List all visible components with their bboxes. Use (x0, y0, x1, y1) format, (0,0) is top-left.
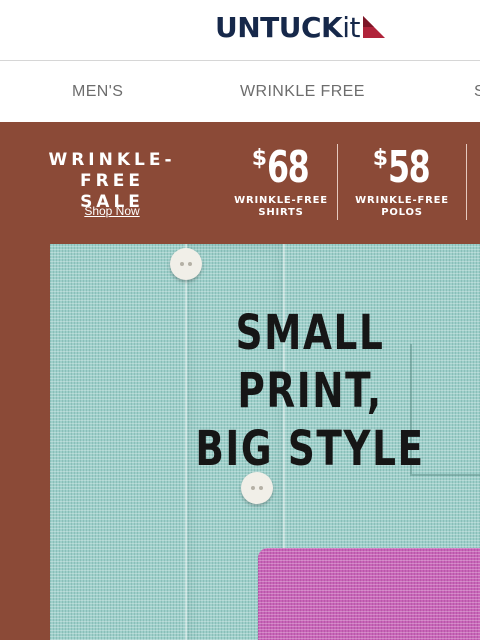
brand-logo[interactable]: UNTUCKit (215, 12, 387, 44)
offer-divider-2 (466, 144, 467, 220)
offer-shirts-caption: WRINKLE-FREE SHIRTS (234, 195, 328, 218)
nav-item-mens[interactable]: MEN'S (72, 83, 123, 101)
nav-item-wrinkle-free[interactable]: WRINKLE FREE (240, 83, 365, 101)
nav-item-next[interactable]: S (474, 83, 480, 101)
offer-shirts-price: $68 (251, 142, 310, 193)
shop-now-link[interactable]: Shop Now (22, 204, 202, 218)
brand-wordmark: UNTUCKit (215, 11, 361, 44)
brand-flag-icon (363, 16, 386, 38)
pink-shirt-image (258, 548, 480, 640)
main-nav: MEN'S WRINKLE FREE S (0, 61, 480, 122)
offer-shirts[interactable]: $68 WRINKLE-FREE SHIRTS (234, 142, 328, 219)
offer-polos-price: $58 (372, 142, 431, 193)
promo-banner: WRINKLE-FREE SALE Shop Now $68 WRINKLE-F… (0, 122, 480, 640)
offer-polos[interactable]: $58 WRINKLE-FREE POLOS (355, 142, 449, 219)
offer-polos-caption: WRINKLE-FREE POLOS (355, 195, 449, 218)
site-header: UNTUCKit (0, 0, 480, 61)
offer-divider (337, 144, 338, 220)
hero-headline: SMALL PRINT, BIG STYLE (195, 305, 425, 477)
shirt-button-top (170, 248, 202, 280)
